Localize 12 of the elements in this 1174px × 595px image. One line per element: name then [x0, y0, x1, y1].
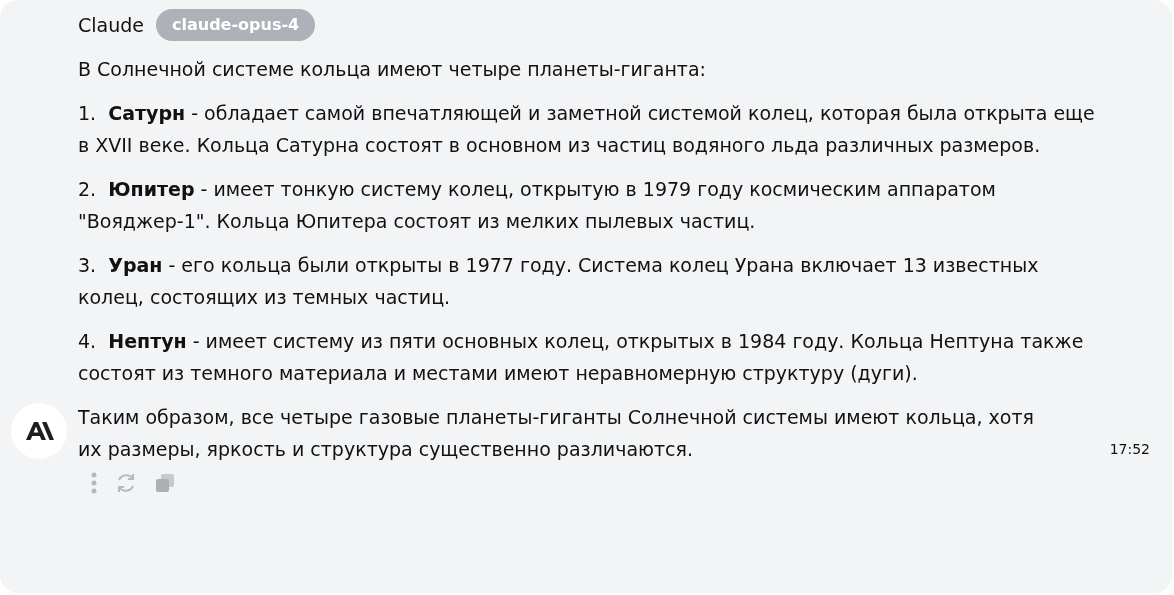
- logo-icon: [11, 403, 67, 459]
- copy-icon[interactable]: [154, 472, 176, 494]
- list-item-text: 2. Юпитер - имеет тонкую систему колец, открытую в 1979 году космическим аппаратом "Вояджер-1". Кольца Юпитера состоят из мелких пылевых частиц.: [78, 177, 997, 234]
- intro-text: В Солнечной системе кольца имеют четыре планеты-гиганта:: [78, 57, 707, 82]
- list-item-text: 1. Сатурн - обладает самой впечатляющей и заметной системой колец, которая была открыта еще в XVII веке. Кольца Сатурна состоят в основном из частиц водяного льда различных размеров.: [78, 101, 1096, 158]
- conclusion-text: Таким образом, все четыре газовые планеты-гиганты Солнечной системы имеют кольца, хотя их размеры, яркость и структура существенно различаются.: [78, 405, 1035, 462]
- model-badge: claude-opus-4: [156, 9, 316, 41]
- message-time: 17:52: [1109, 440, 1150, 459]
- list-item-text: 4. Нептун - имеет систему из пяти основных колец, открытых в 1984 году. Кольца Нептуна также состоят из темного материала и местами имеют неравномерную структуру (дуги).: [78, 329, 1085, 386]
- list-item-text: 3. Уран - его кольца были открыты в 1977 году. Система колец Урана включает 13 известных колец, состоящих из темных частиц.: [78, 253, 1040, 310]
- author-name: Claude: [78, 12, 144, 38]
- more-icon[interactable]: [90, 472, 98, 494]
